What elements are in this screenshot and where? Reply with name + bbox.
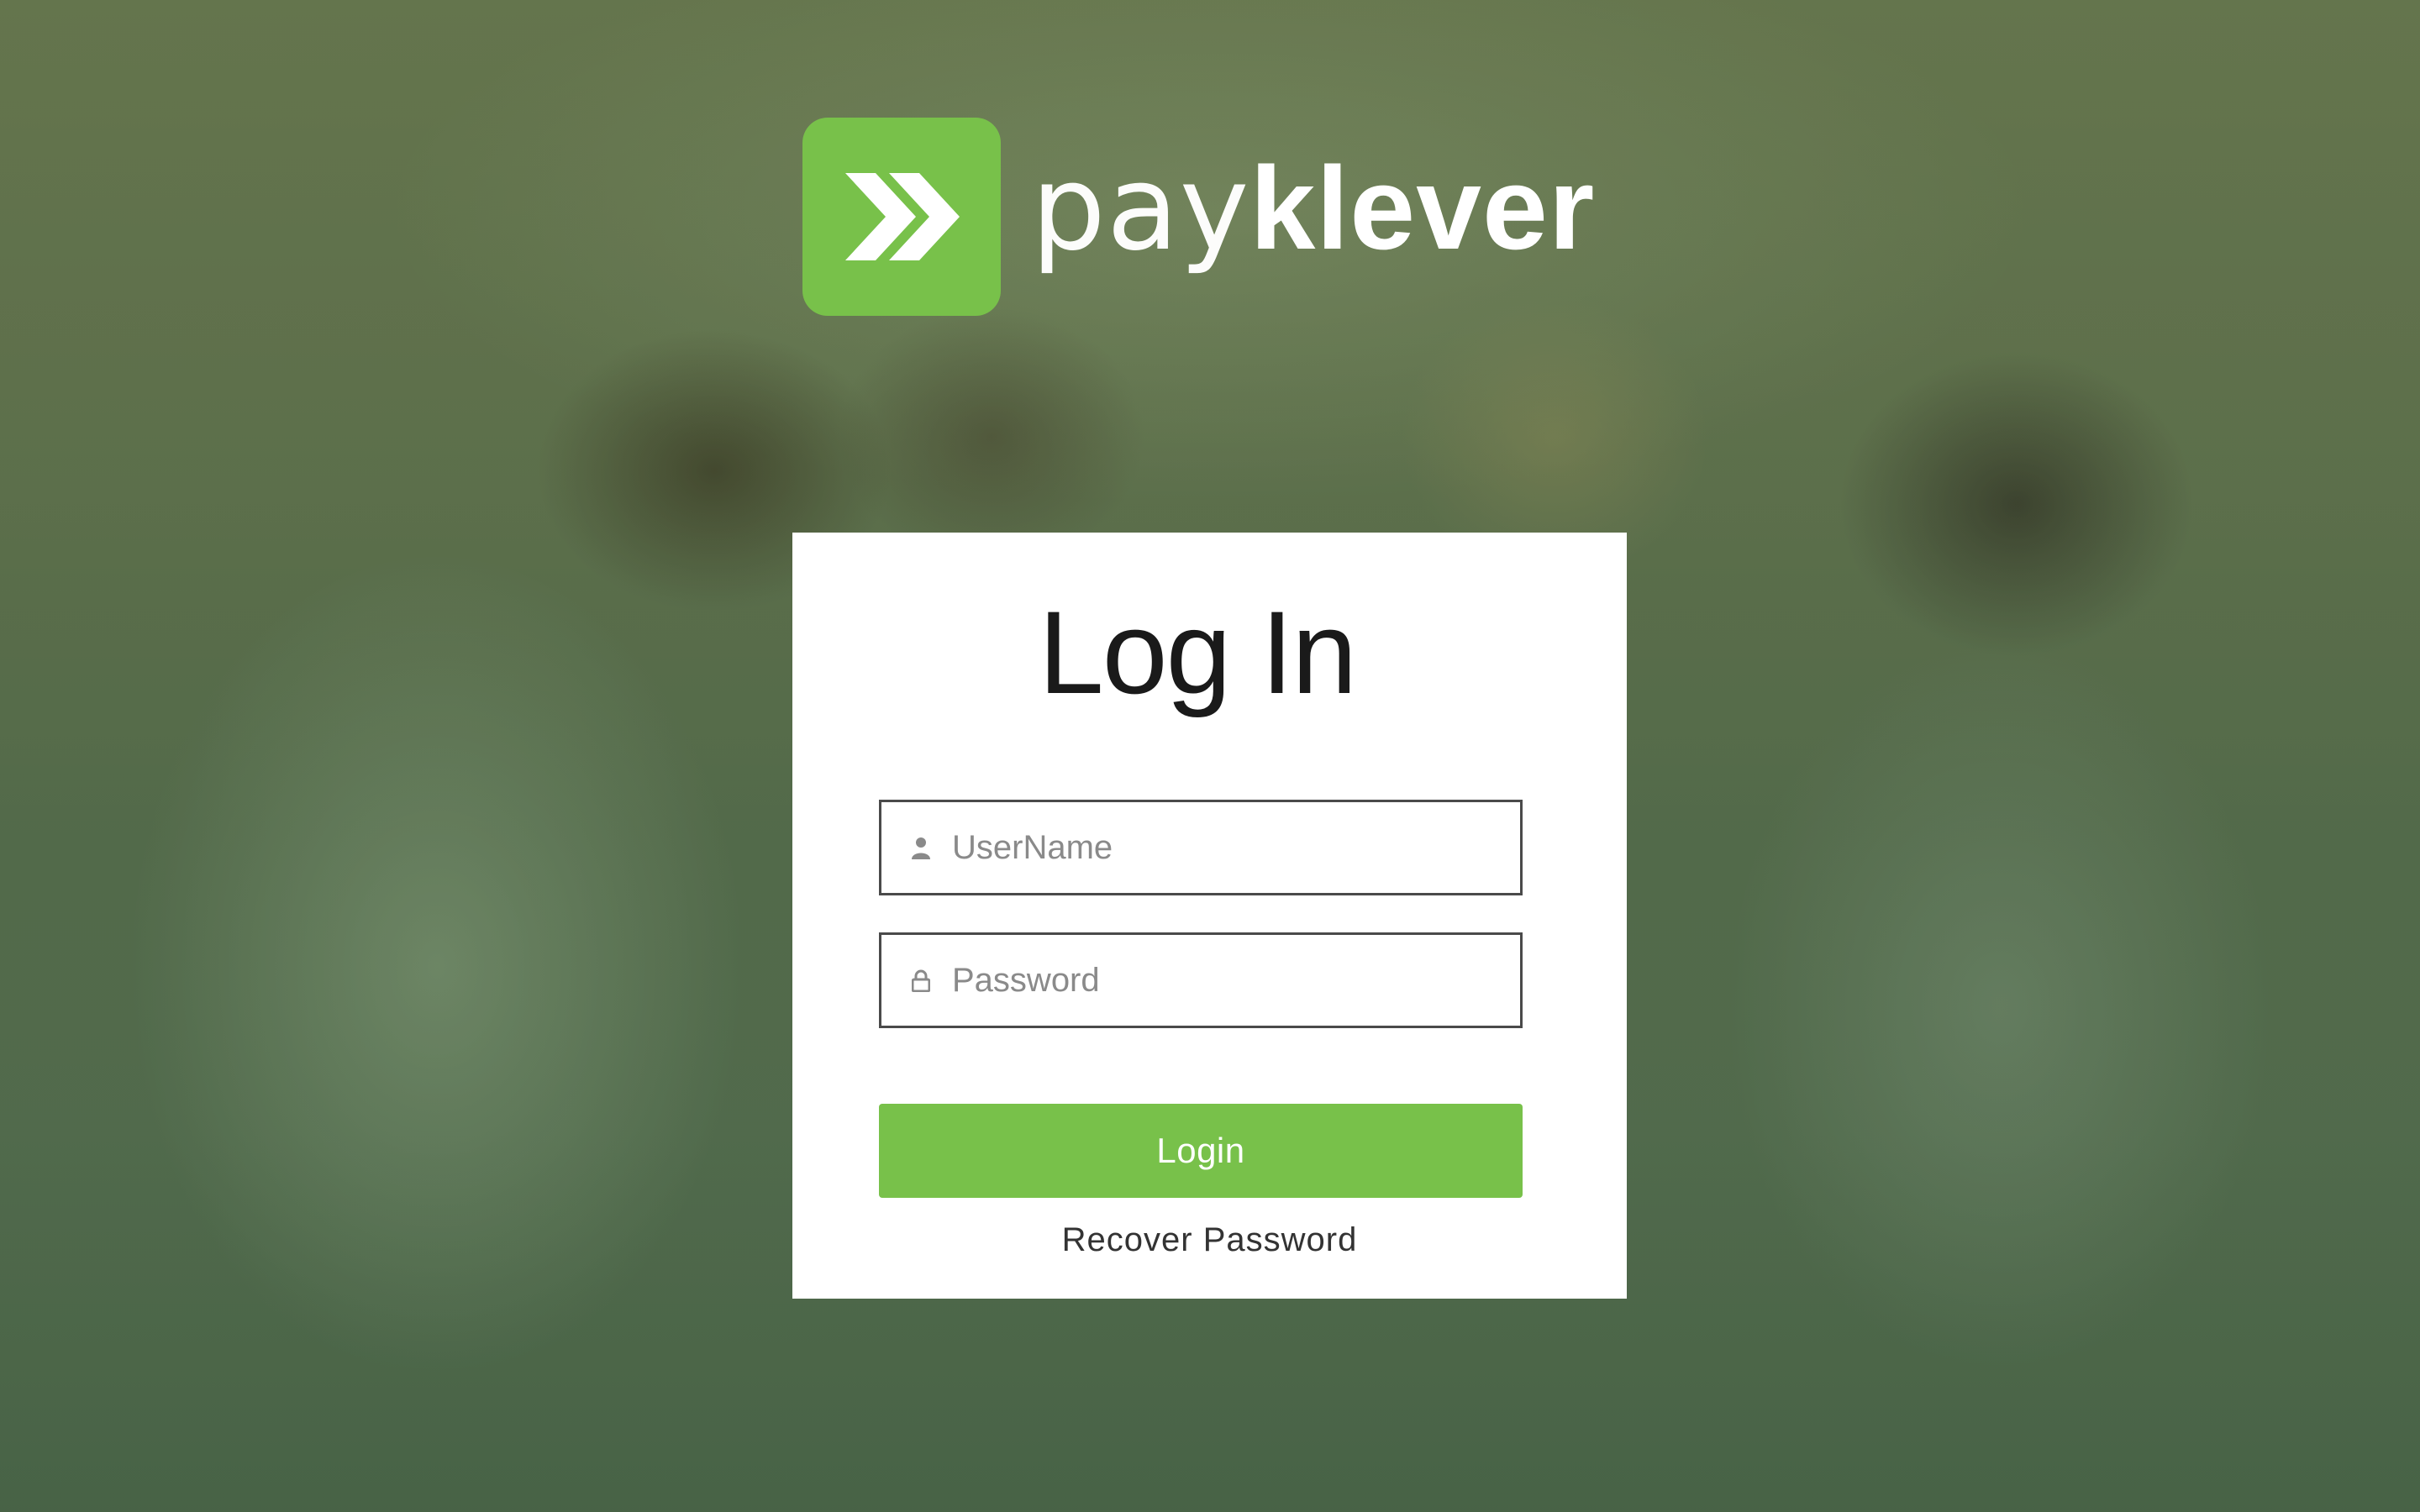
login-title: Log In bbox=[1038, 586, 1357, 718]
password-field[interactable] bbox=[879, 932, 1523, 1028]
recover-password-link[interactable]: Recover Password bbox=[792, 1221, 1627, 1259]
username-field[interactable] bbox=[879, 800, 1523, 895]
user-icon bbox=[910, 835, 932, 860]
username-input[interactable] bbox=[952, 828, 1490, 867]
login-page: payklever Log In Login Recover bbox=[0, 0, 2420, 1512]
brand-logo: payklever bbox=[802, 118, 1595, 316]
brand-name-bold: klever bbox=[1249, 141, 1596, 274]
password-input[interactable] bbox=[952, 961, 1490, 1000]
login-button[interactable]: Login bbox=[879, 1104, 1523, 1198]
double-chevron-right-icon bbox=[802, 118, 1001, 316]
lock-icon bbox=[910, 968, 932, 993]
brand-wordmark: payklever bbox=[1031, 149, 1595, 268]
brand-name-light: pay bbox=[1031, 139, 1250, 277]
login-card: Log In Login Recover Password bbox=[792, 533, 1627, 1299]
